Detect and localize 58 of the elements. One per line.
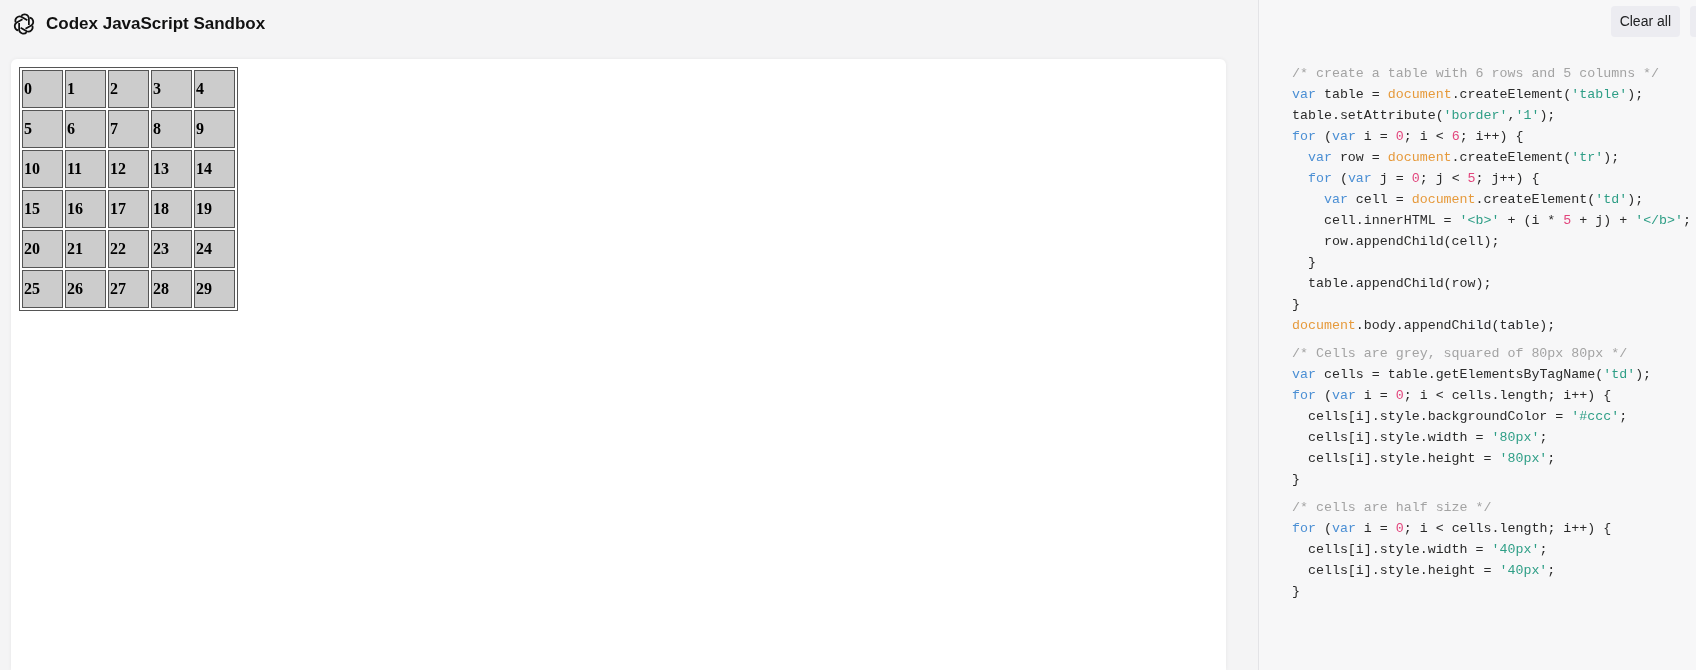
code-line: var cells = table.getElementsByTagName('td'); <box>1292 366 1652 384</box>
code-line: } <box>1292 471 1300 489</box>
code-line: } <box>1292 296 1300 314</box>
table-cell: 2 <box>108 70 149 108</box>
table-cell: 15 <box>22 190 63 228</box>
code-line: var cell = document.createElement('td'); <box>1322 191 1644 209</box>
table-cell: 10 <box>22 150 63 188</box>
logo-icon <box>11 11 37 37</box>
table-cell: 8 <box>151 110 192 148</box>
table-cell: 16 <box>65 190 106 228</box>
code-line: /* cells are half size */ <box>1292 499 1492 517</box>
code-line: for (var j = 0; j < 5; j++) { <box>1306 170 1540 188</box>
table-cell: 17 <box>108 190 149 228</box>
code-line: var table = document.createElement('table'); <box>1292 86 1644 104</box>
table-cell: 14 <box>194 150 235 188</box>
table-cell: 6 <box>65 110 106 148</box>
table-cell: 21 <box>65 230 106 268</box>
table-cell: 20 <box>22 230 63 268</box>
table-cell: 13 <box>151 150 192 188</box>
code-line: cells[i].style.height = '80px'; <box>1306 450 1556 468</box>
table-cell: 29 <box>194 270 235 308</box>
code-line: } <box>1292 583 1300 601</box>
table-cell: 3 <box>151 70 192 108</box>
table-cell: 25 <box>22 270 63 308</box>
table-cell: 5 <box>22 110 63 148</box>
code-line: var row = document.createElement('tr'); <box>1306 149 1620 167</box>
table-cell: 22 <box>108 230 149 268</box>
code-line: for (var i = 0; i < 6; i++) { <box>1292 128 1524 146</box>
code-line: cells[i].style.backgroundColor = '#ccc'; <box>1306 408 1628 426</box>
code-line: table.setAttribute('border','1'); <box>1292 107 1556 125</box>
table-cell: 11 <box>65 150 106 188</box>
code-line: row.appendChild(cell); <box>1322 233 1500 251</box>
app-title: Codex JavaScript Sandbox <box>46 13 266 36</box>
table-cell: 12 <box>108 150 149 188</box>
table-cell: 9 <box>194 110 235 148</box>
table-cell: 28 <box>151 270 192 308</box>
code-line: cells[i].style.width = '80px'; <box>1306 429 1548 447</box>
code-line: /* create a table with 6 rows and 5 columns */ <box>1292 65 1660 83</box>
code-line: cells[i].style.width = '40px'; <box>1306 541 1548 559</box>
table-cell: 0 <box>22 70 63 108</box>
code-line: cells[i].style.height = '40px'; <box>1306 562 1556 580</box>
table-cell: 27 <box>108 270 149 308</box>
code-line: cell.innerHTML = '<b>' + (i * 5 + j) + '</b>'; <box>1322 212 1692 230</box>
code-line: document.body.appendChild(table); <box>1292 317 1556 335</box>
table-cell: 23 <box>151 230 192 268</box>
code-line: /* Cells are grey, squared of 80px 80px */ <box>1292 345 1628 363</box>
table-cell: 1 <box>65 70 106 108</box>
table-cell: 4 <box>194 70 235 108</box>
code-line: for (var i = 0; i < cells.length; i++) { <box>1292 387 1612 405</box>
table-cell: 19 <box>194 190 235 228</box>
code-line: for (var i = 0; i < cells.length; i++) { <box>1292 520 1612 538</box>
table-cell: 7 <box>108 110 149 148</box>
code-line: } <box>1306 254 1316 272</box>
table-cell: 26 <box>65 270 106 308</box>
toolbar-button[interactable]: Clear all <box>1610 6 1680 37</box>
table-cell: 18 <box>151 190 192 228</box>
code-line: table.appendChild(row); <box>1306 275 1492 293</box>
table-cell: 24 <box>194 230 235 268</box>
